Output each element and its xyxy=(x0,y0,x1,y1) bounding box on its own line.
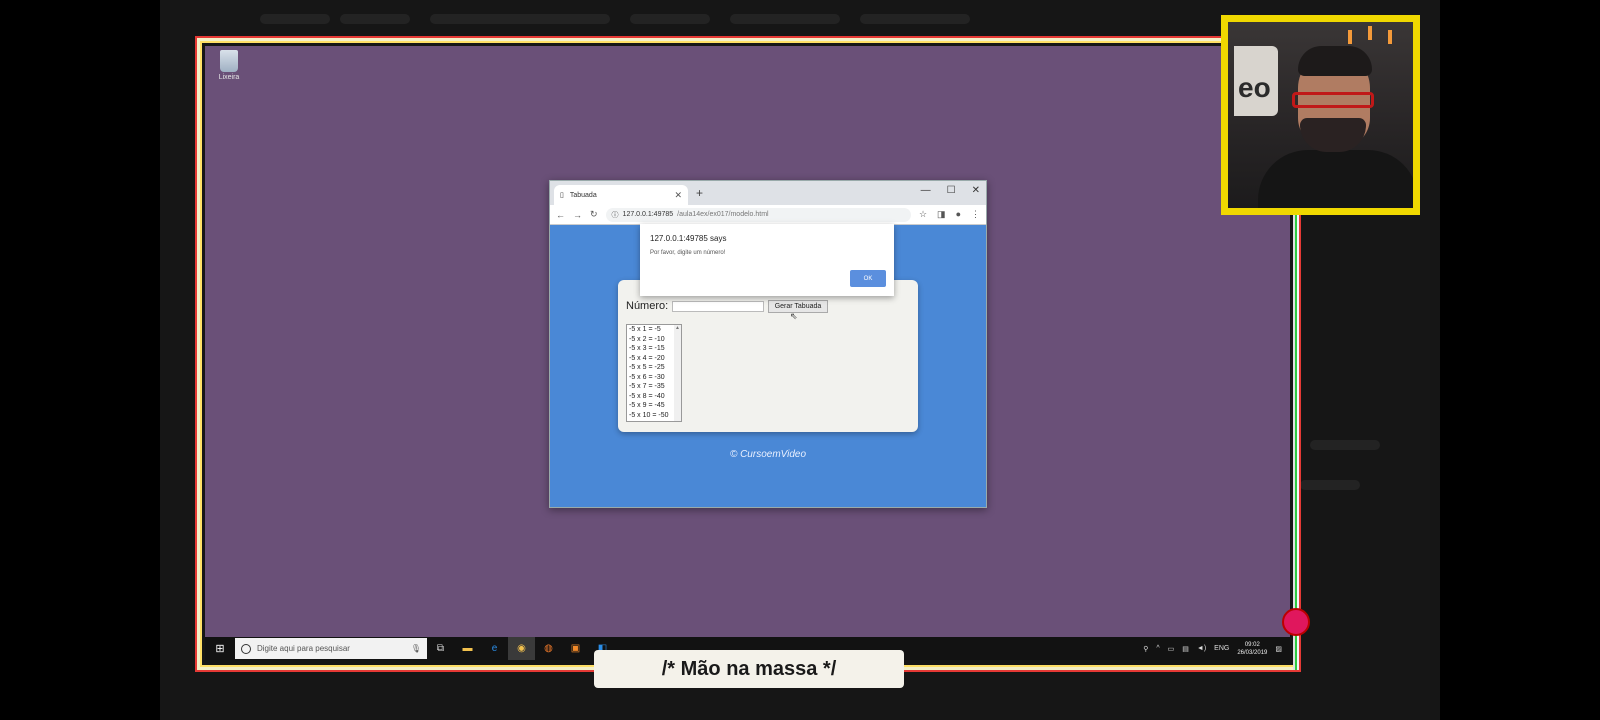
lamp-icon xyxy=(1388,30,1392,44)
list-item[interactable]: -5 x 2 = -10 xyxy=(627,335,681,345)
menu-icon[interactable]: ⋮ xyxy=(971,209,980,220)
minimize-button[interactable]: — xyxy=(921,185,931,196)
system-tray: ⚲ ^ ▭ ▤ ◄) ENG 09:02 26/03/2019 ▨ xyxy=(1143,641,1290,657)
language-indicator[interactable]: ENG xyxy=(1214,645,1229,652)
copyright-text: © CursoemVideo xyxy=(729,449,807,460)
network-icon[interactable]: ▤ xyxy=(1182,645,1189,653)
page-icon: ▯ xyxy=(560,192,564,199)
presenter-shirt xyxy=(1258,150,1413,208)
firefox-icon[interactable]: ◍ xyxy=(535,637,562,660)
cortana-icon xyxy=(241,643,251,654)
clock-time: 09:02 xyxy=(1244,641,1260,648)
mouse-cursor-icon: ⇖ xyxy=(790,311,798,321)
cam-logo-sign: eo xyxy=(1234,46,1278,116)
blurred-text xyxy=(340,14,410,24)
url-field[interactable]: ⓘ 127.0.0.1:49785/aula14ex/ex017/modelo.… xyxy=(605,207,911,222)
page-card: Número: Gerar Tabuada ⇖ -5 x 1 = -5 -5 x… xyxy=(618,280,918,432)
caption-banner: /* Mão na massa */ xyxy=(594,650,904,688)
notifications-icon[interactable]: ▨ xyxy=(1275,645,1282,653)
list-item[interactable]: -5 x 5 = -25 xyxy=(627,363,681,373)
volume-icon[interactable]: ◄) xyxy=(1197,645,1206,652)
xampp-icon[interactable]: ▣ xyxy=(562,637,589,660)
url-path: /aula14ex/ex017/modelo.html xyxy=(677,211,769,218)
alert-title: 127.0.0.1:49785 says xyxy=(650,234,727,243)
file-explorer-icon[interactable]: ▬ xyxy=(454,637,481,660)
taskbar-search[interactable]: Digite aqui para pesquisar 🎙 xyxy=(235,638,427,659)
edge-icon[interactable]: e xyxy=(481,637,508,660)
number-label: Número: xyxy=(626,300,669,312)
recycle-bin[interactable]: Lixeira xyxy=(216,50,242,81)
blurred-text xyxy=(430,14,610,24)
microphone-icon[interactable]: 🎙 xyxy=(411,644,421,653)
window-controls: — ☐ ✕ xyxy=(921,185,980,196)
reload-icon[interactable]: ↻ xyxy=(590,209,598,220)
list-item[interactable]: -5 x 7 = -35 xyxy=(627,382,681,392)
recording-dot xyxy=(1282,608,1310,636)
search-placeholder: Digite aqui para pesquisar xyxy=(257,644,350,653)
profile-icon[interactable]: ● xyxy=(956,209,961,220)
list-item[interactable]: -5 x 8 = -40 xyxy=(627,392,681,402)
chrome-icon[interactable]: ◉ xyxy=(508,637,535,660)
presenter-glasses xyxy=(1292,92,1374,108)
extension-icon[interactable]: ◨ xyxy=(937,209,946,220)
lamp-icon xyxy=(1368,26,1372,40)
blurred-text xyxy=(630,14,710,24)
ok-button[interactable]: OK xyxy=(850,270,886,287)
people-icon[interactable]: ⚲ xyxy=(1143,645,1148,653)
list-item[interactable]: -5 x 9 = -45 xyxy=(627,401,681,411)
recycle-bin-label: Lixeira xyxy=(218,74,240,81)
star-icon[interactable]: ☆ xyxy=(919,209,927,220)
close-window-button[interactable]: ✕ xyxy=(972,185,980,196)
address-bar-icons: ☆ ◨ ● ⋮ xyxy=(919,209,980,220)
list-item[interactable]: -5 x 10 = -50 xyxy=(627,411,681,421)
lamp-icon xyxy=(1348,30,1352,44)
tab-tabuada[interactable]: ▯ Tabuada ✕ xyxy=(554,185,688,205)
recycle-bin-icon xyxy=(220,50,238,72)
blurred-text xyxy=(1300,480,1360,490)
battery-icon[interactable]: ▭ xyxy=(1168,645,1175,653)
webcam-overlay: eo xyxy=(1221,15,1420,215)
maximize-button[interactable]: ☐ xyxy=(947,185,956,196)
windows-start-icon[interactable]: ⊞ xyxy=(205,642,235,655)
url-host: 127.0.0.1:49785 xyxy=(622,211,674,218)
blurred-text xyxy=(260,14,330,24)
cam-logo-text: eo xyxy=(1238,72,1271,103)
info-icon: ⓘ xyxy=(611,211,619,219)
blurred-text xyxy=(860,14,970,24)
list-item[interactable]: -5 x 3 = -15 xyxy=(627,344,681,354)
number-input[interactable] xyxy=(672,301,764,312)
list-item[interactable]: -5 x 1 = -5 xyxy=(627,325,681,335)
clock[interactable]: 09:02 26/03/2019 xyxy=(1237,641,1267,657)
back-icon[interactable]: ← xyxy=(556,210,565,220)
forward-icon[interactable]: → xyxy=(573,210,582,220)
blurred-text xyxy=(730,14,840,24)
task-view-icon[interactable]: ⧉ xyxy=(427,637,454,660)
tab-bar: ▯ Tabuada ✕ + — ☐ ✕ xyxy=(550,181,986,205)
close-tab-icon[interactable]: ✕ xyxy=(674,190,682,201)
address-bar: ← → ↻ ⓘ 127.0.0.1:49785/aula14ex/ex017/m… xyxy=(550,205,986,225)
blurred-text xyxy=(1310,440,1380,450)
list-item[interactable]: -5 x 6 = -30 xyxy=(627,373,681,383)
list-scrollbar[interactable]: ▲▼ xyxy=(674,325,681,421)
clock-date: 26/03/2019 xyxy=(1237,649,1268,656)
chevron-up-icon[interactable]: ^ xyxy=(1156,645,1159,652)
alert-dialog: 127.0.0.1:49785 says Por favor, digite u… xyxy=(640,224,894,296)
new-tab-button[interactable]: + xyxy=(696,186,703,200)
tab-title: Tabuada xyxy=(569,191,597,199)
list-item[interactable]: -5 x 4 = -20 xyxy=(627,354,681,364)
multiplication-table-list[interactable]: -5 x 1 = -5 -5 x 2 = -10 -5 x 3 = -15 -5… xyxy=(626,324,682,422)
page-footer: © CursoemVideo xyxy=(549,444,987,462)
generate-table-button[interactable]: Gerar Tabuada xyxy=(768,300,828,313)
presenter-hair xyxy=(1298,46,1372,76)
alert-message: Por favor, digite um número! xyxy=(650,250,726,256)
